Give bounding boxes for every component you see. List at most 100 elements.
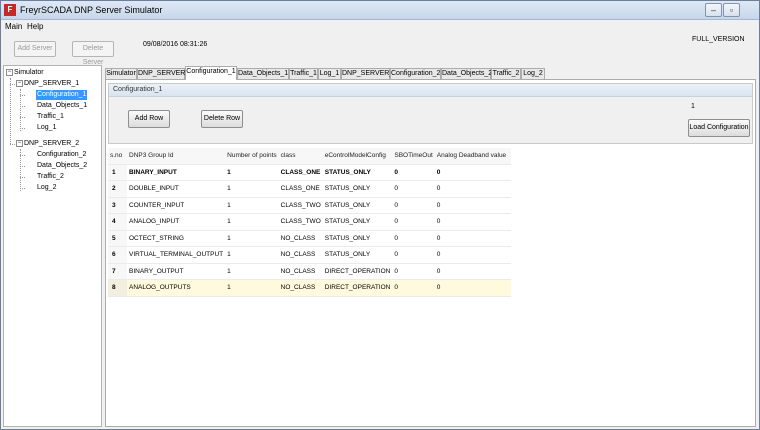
tab-log-1[interactable]: Log_1 bbox=[318, 68, 341, 79]
cell-group-id[interactable]: BINARY_INPUT bbox=[127, 164, 226, 181]
delete-server-button[interactable]: Delete Server bbox=[72, 41, 114, 66]
cell-analog-deadband[interactable]: 0 bbox=[434, 164, 511, 181]
table-row[interactable]: 7 BINARY_OUTPUT 1 NO_CLASS DIRECT_OPERATION 0… bbox=[108, 263, 511, 280]
cell-group-id[interactable]: VIRTUAL_TERMINAL_OUTPUT bbox=[127, 246, 226, 264]
cell-number-of-points[interactable]: 1 bbox=[225, 180, 279, 198]
column-header-control-model[interactable]: eControlModelConfig bbox=[322, 148, 393, 165]
maximize-button[interactable]: ▫ bbox=[723, 3, 740, 17]
tab-configuration-2[interactable]: Configuration_2 bbox=[390, 68, 441, 79]
cell-group-id[interactable]: DOUBLE_INPUT bbox=[127, 180, 226, 198]
tree-item-traffic-1[interactable]: Traffic_1 bbox=[37, 112, 64, 122]
cell-sno[interactable]: 1 bbox=[108, 164, 127, 181]
cell-class[interactable]: CLASS_TWO bbox=[278, 213, 323, 231]
cell-sno[interactable]: 8 bbox=[108, 279, 127, 297]
tree-item-server-1[interactable]: − DNP_SERVER_1 bbox=[16, 79, 79, 89]
cell-analog-deadband[interactable]: 0 bbox=[434, 230, 511, 247]
cell-sno[interactable]: 4 bbox=[108, 213, 127, 231]
column-header-sno[interactable]: s.no bbox=[108, 148, 127, 165]
cell-number-of-points[interactable]: 1 bbox=[225, 263, 279, 280]
tree-item-simulator[interactable]: − Simulator bbox=[6, 68, 44, 78]
title-bar[interactable]: F FreyrSCADA DNP Server Simulator – ▫ bbox=[1, 1, 759, 20]
cell-sbo-timeout[interactable]: 0 bbox=[392, 180, 435, 198]
cell-control-model[interactable]: STATUS_ONLY bbox=[322, 230, 393, 247]
cell-sno[interactable]: 3 bbox=[108, 197, 127, 214]
cell-class[interactable]: NO_CLASS bbox=[278, 263, 323, 280]
column-header-sbo-timeout[interactable]: SBOTimeOut bbox=[392, 148, 435, 165]
cell-control-model[interactable]: STATUS_ONLY bbox=[322, 197, 393, 214]
cell-analog-deadband[interactable]: 0 bbox=[434, 279, 511, 297]
tree-item-log-2[interactable]: Log_2 bbox=[37, 183, 56, 193]
cell-group-id[interactable]: ANALOG_INPUT bbox=[127, 213, 226, 231]
cell-number-of-points[interactable]: 1 bbox=[225, 230, 279, 247]
tree-item-log-1[interactable]: Log_1 bbox=[37, 123, 56, 133]
cell-sno[interactable]: 5 bbox=[108, 230, 127, 247]
collapse-icon[interactable]: − bbox=[16, 139, 23, 147]
tab-dnp-server-1[interactable]: DNP_SERVER_1 bbox=[137, 68, 193, 79]
cell-analog-deadband[interactable]: 0 bbox=[434, 197, 511, 214]
cell-group-id[interactable]: ANALOG_OUTPUTS bbox=[127, 279, 226, 297]
column-header-group-id[interactable]: DNP3 Group Id bbox=[127, 148, 226, 165]
cell-class[interactable]: CLASS_ONE bbox=[278, 164, 323, 181]
cell-control-model[interactable]: DIRECT_OPERATION bbox=[322, 263, 393, 280]
cell-sno[interactable]: 7 bbox=[108, 263, 127, 280]
cell-number-of-points[interactable]: 1 bbox=[225, 197, 279, 214]
tab-traffic-2[interactable]: Traffic_2 bbox=[491, 68, 521, 79]
table-row[interactable]: 2 DOUBLE_INPUT 1 CLASS_ONE STATUS_ONLY 0 0 bbox=[108, 180, 511, 198]
table-row[interactable]: 4 ANALOG_INPUT 1 CLASS_TWO STATUS_ONLY 0 0 bbox=[108, 213, 511, 231]
cell-class[interactable]: CLASS_ONE bbox=[278, 180, 323, 198]
cell-group-id[interactable]: OCTECT_STRING bbox=[127, 230, 226, 247]
tab-data-objects-1[interactable]: Data_Objects_1 bbox=[237, 68, 289, 79]
cell-control-model[interactable]: DIRECT_OPERATION bbox=[322, 279, 393, 297]
tree-item-traffic-2[interactable]: Traffic_2 bbox=[37, 172, 64, 182]
load-configuration-button[interactable]: Load Configuration bbox=[688, 119, 750, 137]
cell-sbo-timeout[interactable]: 0 bbox=[392, 213, 435, 231]
cell-number-of-points[interactable]: 1 bbox=[225, 279, 279, 297]
cell-sbo-timeout[interactable]: 0 bbox=[392, 230, 435, 247]
cell-group-id[interactable]: COUNTER_INPUT bbox=[127, 197, 226, 214]
cell-sbo-timeout[interactable]: 0 bbox=[392, 246, 435, 264]
cell-sno[interactable]: 2 bbox=[108, 180, 127, 198]
tab-configuration-1[interactable]: Configuration_1 bbox=[185, 66, 237, 80]
cell-number-of-points[interactable]: 1 bbox=[225, 164, 279, 181]
table-row[interactable]: 3 COUNTER_INPUT 1 CLASS_TWO STATUS_ONLY 0 0 bbox=[108, 197, 511, 214]
minimize-button[interactable]: – bbox=[705, 3, 722, 17]
collapse-icon[interactable]: − bbox=[16, 79, 23, 87]
cell-class[interactable]: NO_CLASS bbox=[278, 279, 323, 297]
collapse-icon[interactable]: − bbox=[6, 68, 13, 76]
cell-sbo-timeout[interactable]: 0 bbox=[392, 164, 435, 181]
tree-item-server-2[interactable]: − DNP_SERVER_2 bbox=[16, 139, 79, 149]
tab-traffic-1[interactable]: Traffic_1 bbox=[289, 68, 318, 79]
add-row-button[interactable]: Add Row bbox=[128, 110, 170, 128]
column-header-number-of-points[interactable]: Number of points bbox=[225, 148, 279, 165]
table-row[interactable]: 8 ANALOG_OUTPUTS 1 NO_CLASS DIRECT_OPERATION… bbox=[108, 279, 511, 297]
cell-analog-deadband[interactable]: 0 bbox=[434, 263, 511, 280]
tree-item-data-objects-1[interactable]: Data_Objects_1 bbox=[37, 101, 87, 111]
table-row[interactable]: 1 BINARY_INPUT 1 CLASS_ONE STATUS_ONLY 0 0 bbox=[108, 164, 511, 181]
tree-item-configuration-1[interactable]: Configuration_1 bbox=[36, 90, 88, 100]
cell-analog-deadband[interactable]: 0 bbox=[434, 246, 511, 264]
delete-row-button[interactable]: Delete Row bbox=[201, 110, 243, 128]
tree-item-data-objects-2[interactable]: Data_Objects_2 bbox=[37, 161, 87, 171]
menu-main[interactable]: Main bbox=[5, 22, 22, 31]
table-row[interactable]: 6 VIRTUAL_TERMINAL_OUTPUT 1 NO_CLASS STATUS_… bbox=[108, 246, 511, 264]
menu-help[interactable]: Help bbox=[27, 22, 43, 31]
column-header-analog-deadband[interactable]: Analog Deadband value bbox=[434, 148, 511, 165]
cell-sno[interactable]: 6 bbox=[108, 246, 127, 264]
cell-control-model[interactable]: STATUS_ONLY bbox=[322, 246, 393, 264]
cell-class[interactable]: CLASS_TWO bbox=[278, 197, 323, 214]
cell-sbo-timeout[interactable]: 0 bbox=[392, 279, 435, 297]
cell-number-of-points[interactable]: 1 bbox=[225, 213, 279, 231]
cell-analog-deadband[interactable]: 0 bbox=[434, 180, 511, 198]
cell-sbo-timeout[interactable]: 0 bbox=[392, 197, 435, 214]
cell-sbo-timeout[interactable]: 0 bbox=[392, 263, 435, 280]
cell-class[interactable]: NO_CLASS bbox=[278, 230, 323, 247]
add-server-button[interactable]: Add Server bbox=[14, 41, 56, 57]
column-header-class[interactable]: class bbox=[278, 148, 323, 165]
cell-number-of-points[interactable]: 1 bbox=[225, 246, 279, 264]
tab-data-objects-2[interactable]: Data_Objects_2 bbox=[441, 68, 492, 79]
cell-analog-deadband[interactable]: 0 bbox=[434, 213, 511, 231]
cell-control-model[interactable]: STATUS_ONLY bbox=[322, 180, 393, 198]
cell-class[interactable]: NO_CLASS bbox=[278, 246, 323, 264]
cell-group-id[interactable]: BINARY_OUTPUT bbox=[127, 263, 226, 280]
cell-control-model[interactable]: STATUS_ONLY bbox=[322, 164, 393, 181]
